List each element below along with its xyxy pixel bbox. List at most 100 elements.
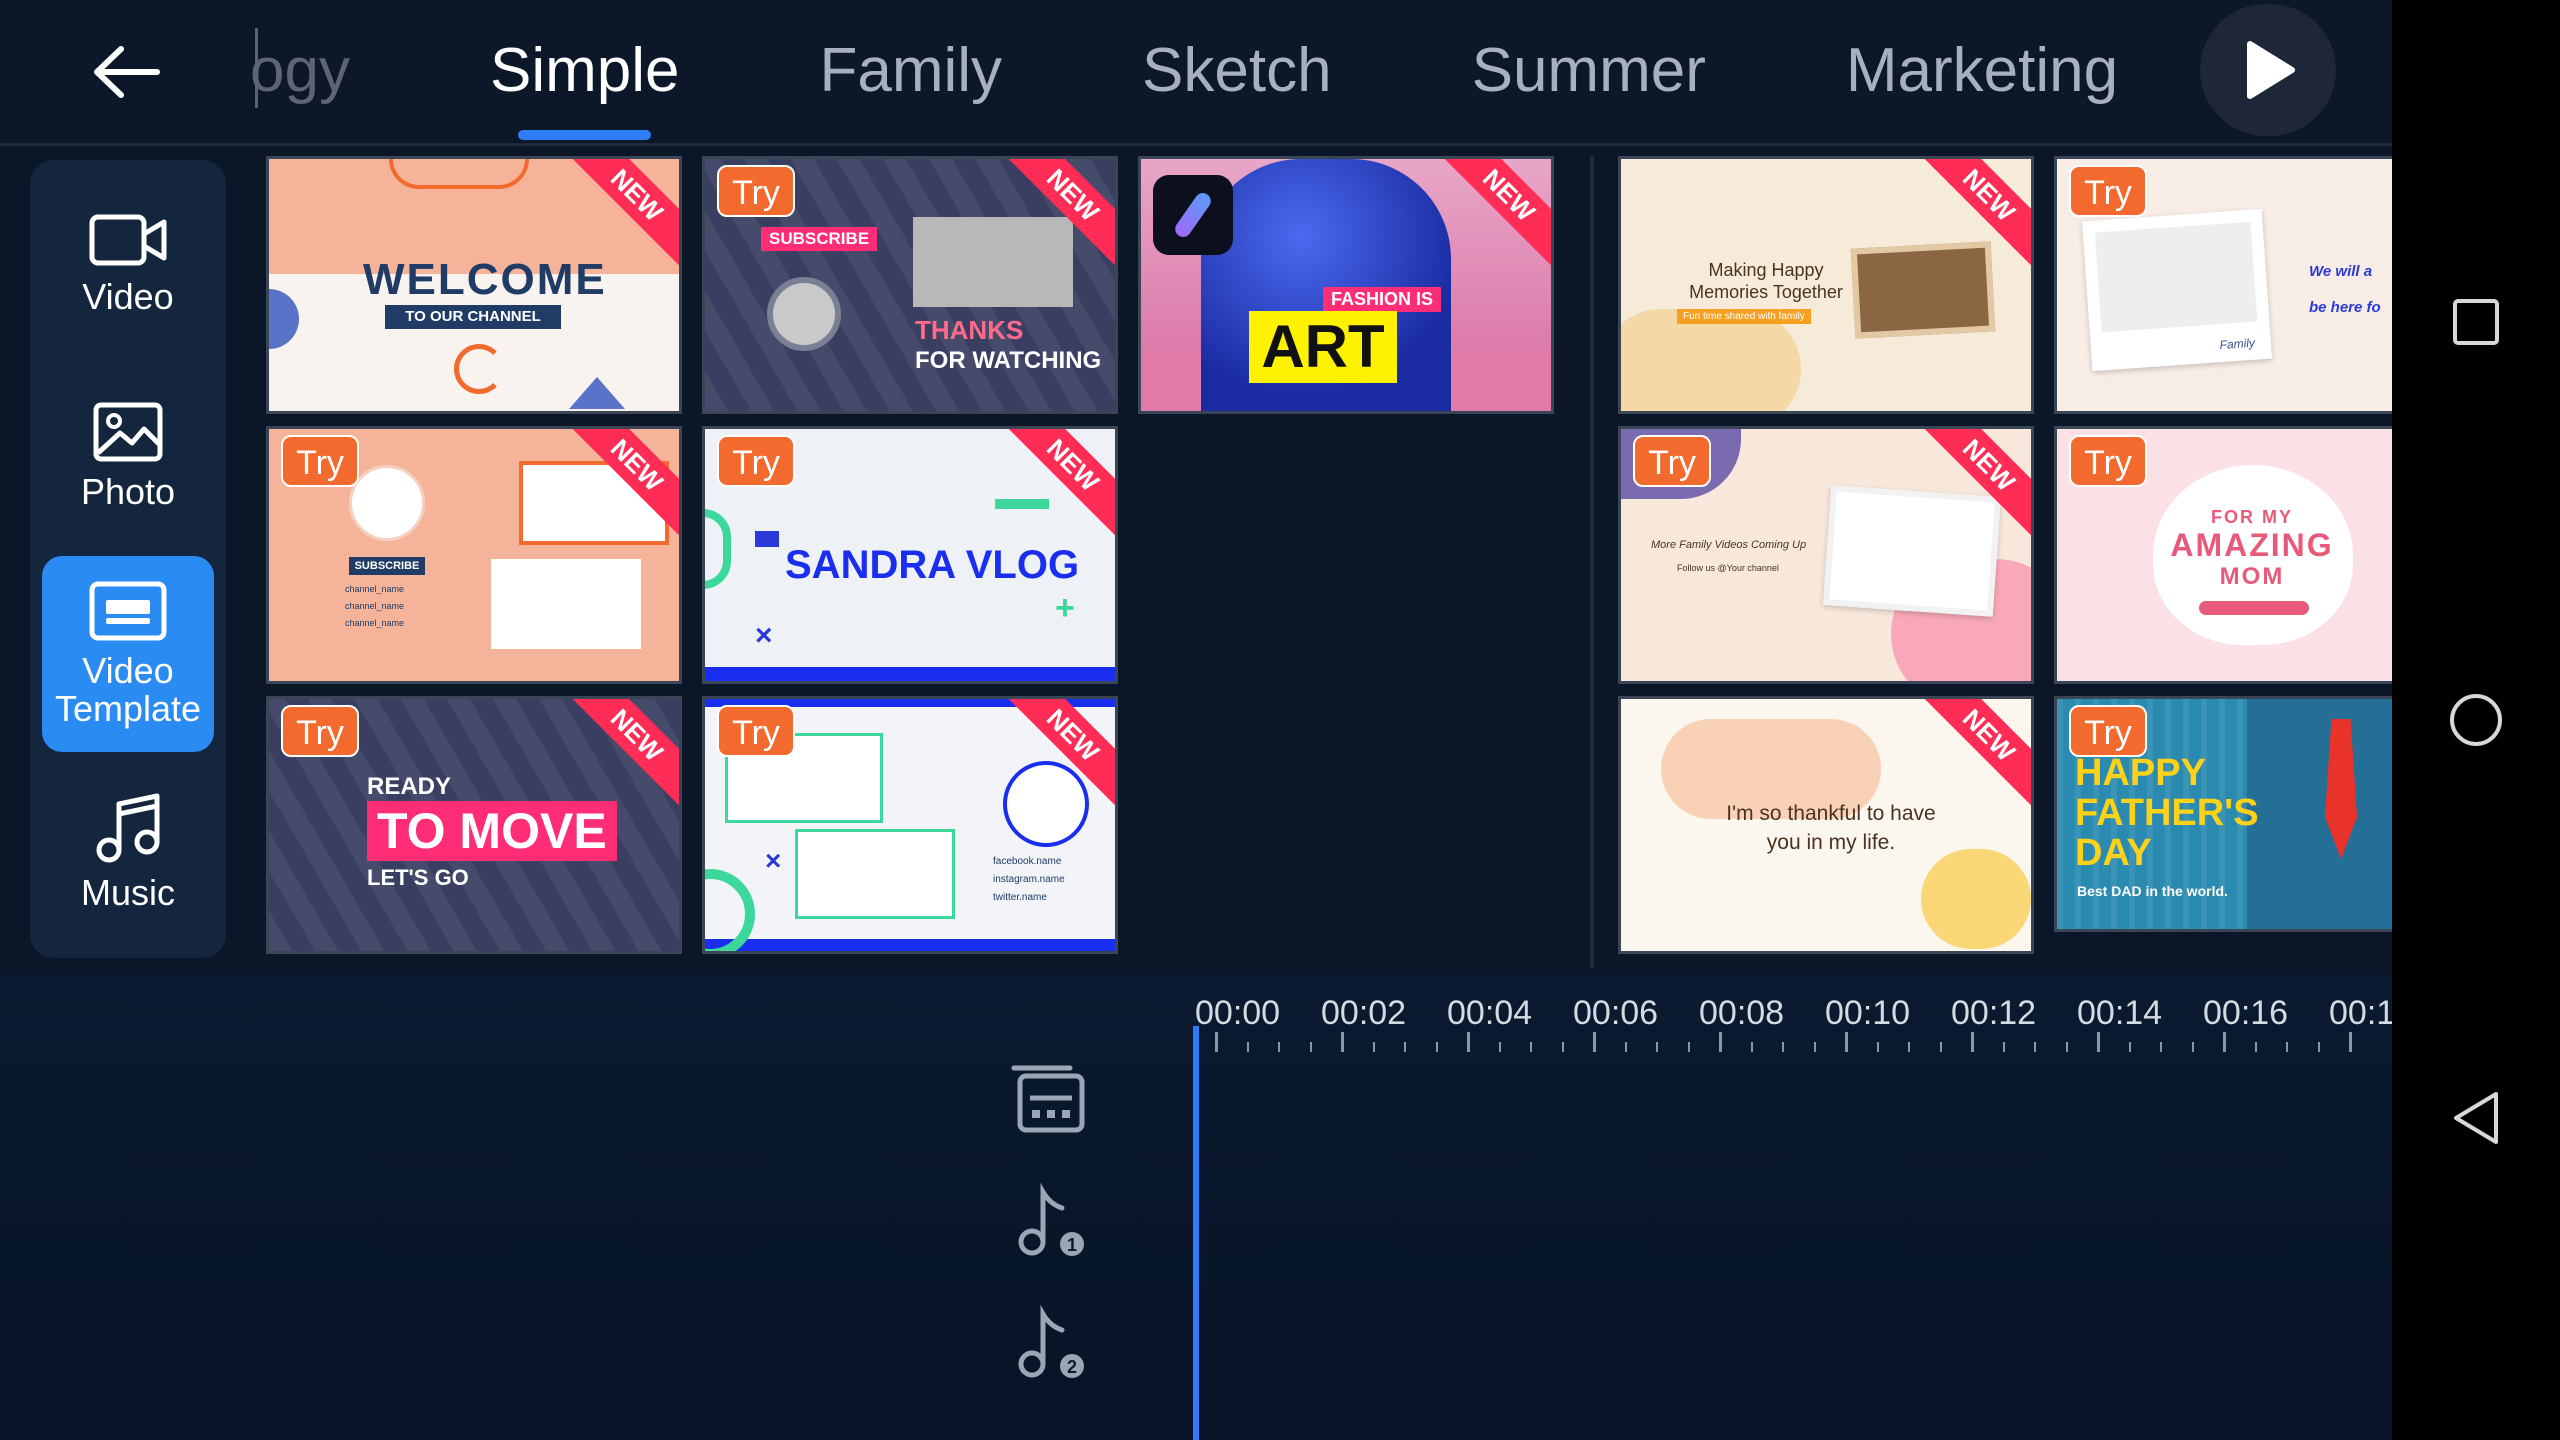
card-title-text: WELCOME [363, 255, 607, 304]
ruler-minor-tick [2160, 1042, 2162, 1052]
card-subscribe-label: SUBSCRIBE [761, 227, 878, 251]
card-channel-item: channel_name [345, 584, 405, 594]
ruler-major-tick [1341, 1032, 1344, 1052]
ruler-minor-tick [2254, 1042, 2257, 1052]
app-logo-icon [1153, 175, 1233, 255]
plus-mark-icon: + [1055, 589, 1075, 627]
card-title-line: DAY [2075, 832, 2152, 874]
category-tabs: ogy Simple Family Sketch Summer Marketin… [250, 0, 2258, 140]
play-button[interactable] [2200, 4, 2336, 136]
system-back-button[interactable] [2436, 1078, 2516, 1158]
card-subtitle-text: Fun time shared with family [1677, 309, 1811, 324]
card-bar-shape [995, 499, 1049, 509]
card-subtitle-text: READY [367, 773, 452, 800]
app-window: ogy Simple Family Sketch Summer Marketin… [0, 0, 2392, 1440]
tab-sketch[interactable]: Sketch [1142, 35, 1332, 106]
card-title-text: Making Happy Memories Together [1689, 260, 1843, 302]
ruler-minor-tick [1246, 1042, 1249, 1052]
ruler-minor-tick [1278, 1042, 1280, 1052]
template-card-more-family[interactable]: More Family Videos Coming Up Follow us @… [1618, 426, 2034, 684]
text-track-button[interactable] [1010, 1058, 1090, 1138]
playhead[interactable] [1193, 1026, 1199, 1440]
try-badge: Try [281, 435, 359, 487]
card-flower-row [2199, 601, 2309, 615]
template-card-thankful[interactable]: I'm so thankful to have you in my life. … [1618, 696, 2034, 954]
card-title-text: I'm so thankful to have you in my life. [1726, 802, 1936, 854]
music-track-2-button[interactable]: 2 [1010, 1304, 1090, 1384]
template-card-fashion[interactable]: FASHION IS ART NEW [1138, 156, 1554, 414]
template-card-subscribe[interactable]: SUBSCRIBE channel_name channel_name chan… [266, 426, 682, 684]
card-title-text: SANDRA VLOG [785, 543, 1080, 587]
ruler-minor-tick [1435, 1042, 1438, 1052]
sidebar-item-photo[interactable]: Photo [42, 358, 214, 554]
ruler-minor-tick [1372, 1042, 1375, 1052]
recent-apps-button[interactable] [2436, 282, 2516, 362]
home-button[interactable] [2436, 680, 2516, 760]
track-number: 2 [1067, 1357, 1077, 1377]
template-card-ready-to-move[interactable]: READY TO MOVE LET'S GO Try NEW [266, 696, 682, 954]
ruler-minor-tick [1813, 1042, 1816, 1052]
tab-summer[interactable]: Summer [1472, 35, 1706, 106]
template-card-amazing-mom[interactable]: FOR MY AMAZING MOM Try [2054, 426, 2392, 684]
card-triangle-shape [569, 377, 625, 409]
ruler-minor-tick [1750, 1042, 1753, 1052]
card-title-text: AMAZING [2170, 527, 2334, 563]
ruler-label: 00:04 [1447, 994, 1533, 1032]
card-video-placeholder [913, 217, 1073, 307]
sidebar-item-video[interactable]: Video [42, 166, 214, 362]
card-arc-shape [389, 159, 529, 189]
ruler-major-tick [1467, 1032, 1470, 1052]
card-subtitle-text: LET'S GO [367, 865, 469, 890]
card-subtitle-text: We will a [2309, 263, 2373, 280]
ruler-minor-tick [1624, 1042, 1627, 1052]
close-mark-icon: × [755, 619, 773, 652]
card-social-item: facebook.name [993, 856, 1062, 867]
template-card-social[interactable]: facebook.name instagram.name twitter.nam… [702, 696, 1118, 954]
ruler-minor-tick [2317, 1042, 2320, 1052]
ruler-minor-tick [1498, 1042, 1501, 1052]
circle-icon [2450, 694, 2502, 746]
tab-family[interactable]: Family [819, 35, 1002, 106]
template-card-happy-memories[interactable]: Making Happy Memories Together Fun time … [1618, 156, 2034, 414]
card-ring-shape [454, 344, 504, 394]
template-card-welcome[interactable]: WELCOME TO OUR CHANNEL NEW [266, 156, 682, 414]
square-icon [2453, 299, 2499, 345]
card-subtitle-text: be here fo [2309, 299, 2381, 316]
card-subtitle-text: FOR WATCHING [915, 347, 1102, 374]
ruler-minor-tick [1687, 1042, 1690, 1052]
try-badge: Try [2069, 435, 2147, 487]
tab-technology[interactable]: ogy [250, 35, 350, 106]
music-track-1-icon: 1 [1018, 1182, 1084, 1256]
track-number: 1 [1067, 1235, 1077, 1255]
template-card-fathers-day[interactable]: HAPPY FATHER'S DAY Best DAD in the world… [2054, 696, 2392, 932]
ruler-major-tick [1971, 1032, 1974, 1052]
ruler-label: 00:08 [1699, 994, 1785, 1032]
try-badge: Try [717, 705, 795, 757]
card-channel-list: channel_name channel_name channel_name [345, 581, 404, 632]
card-title-text: MOM [2219, 563, 2285, 590]
ruler-minor-tick [1908, 1042, 1910, 1052]
back-button[interactable] [78, 30, 174, 114]
sidebar-item-video-template[interactable]: Video Template [42, 556, 214, 752]
ruler-minor-tick [1939, 1042, 1942, 1052]
card-title-line: HAPPY [2075, 752, 2206, 794]
try-badge: Try [2069, 705, 2147, 757]
music-track-1-button[interactable]: 1 [1010, 1182, 1090, 1262]
card-title-text: THANKS [915, 315, 1024, 345]
card-subtitle-text: Best DAD in the world. [2077, 883, 2228, 899]
template-card-thanks[interactable]: SUBSCRIBE THANKS FOR WATCHING Try NEW [702, 156, 1118, 414]
ruler-label: 00:00 [1195, 994, 1281, 1032]
timeline-panel[interactable]: 00:00 00:02 00:04 00:06 00:08 00:10 00:1… [0, 974, 2392, 1440]
triangle-back-icon [2454, 1092, 2498, 1144]
template-card-sandra-vlog[interactable]: SANDRA VLOG × + Try NEW [702, 426, 1118, 684]
card-channel-item: channel_name [345, 601, 405, 611]
template-card-family-polaroid[interactable]: Family We will a be here fo Try [2054, 156, 2392, 414]
sidebar-item-music[interactable]: Music [42, 754, 214, 950]
sidebar-item-label: Music [80, 872, 175, 913]
new-ribbon: NEW [1918, 699, 2031, 806]
tab-marketing[interactable]: Marketing [1846, 35, 2118, 106]
card-arc-shape [705, 509, 731, 589]
new-ribbon: NEW [1438, 159, 1551, 266]
music-track-2-icon: 2 [1018, 1304, 1084, 1378]
tab-simple[interactable]: Simple [490, 35, 679, 140]
